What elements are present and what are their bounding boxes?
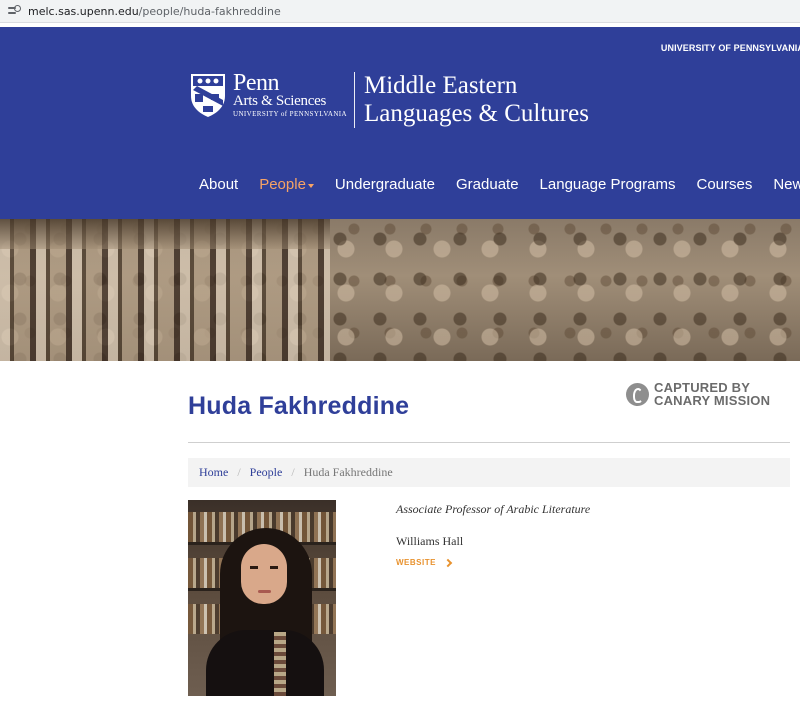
brand-logo[interactable]: Penn Arts & Sciences UNIVERSITY of PENNS… — [189, 70, 589, 128]
nav-about[interactable]: About — [199, 176, 238, 193]
breadcrumb-separator: / — [291, 465, 295, 479]
nav-undergraduate-label: Undergraduate — [334, 176, 435, 193]
nav-courses[interactable]: Courses — [696, 176, 752, 193]
logo-divider — [353, 72, 355, 128]
photo-lips — [258, 590, 271, 593]
canary-icon — [626, 382, 649, 406]
profile-photo — [188, 500, 336, 696]
nav-people[interactable]: People — [259, 176, 314, 193]
hero-banner-image — [0, 219, 800, 361]
profile-title: Associate Professor of Arabic Literature — [396, 502, 591, 516]
chevron-down-icon — [307, 183, 314, 188]
url-path: /people/huda-fakhreddine — [138, 4, 281, 18]
nav-undergraduate[interactable]: Undergraduate — [335, 176, 435, 193]
title-divider — [188, 442, 790, 443]
department-name-line1: Middle Eastern — [363, 72, 518, 99]
chevron-right-icon — [443, 558, 453, 567]
site-settings-icon[interactable] — [8, 5, 21, 17]
logo-university: UNIVERSITY of PENNSYLVANIA — [233, 110, 347, 118]
breadcrumb-people[interactable]: People — [250, 465, 283, 480]
nav-courses-label: Courses — [696, 176, 753, 193]
photo-face — [241, 544, 287, 604]
website-label: WEBSITE — [396, 558, 436, 567]
page-title: Huda Fakhreddine — [188, 392, 410, 420]
nav-news-label: News — [773, 176, 800, 193]
logo-penn: Penn — [233, 70, 279, 96]
site-header: UNIVERSITY OF PENNSYLVANIA Penn Arts & S… — [0, 27, 800, 219]
nav-language-programs[interactable]: Language Programs — [540, 176, 676, 193]
browser-address-bar[interactable]: melc.sas.upenn.edu/people/huda-fakhreddi… — [0, 0, 800, 23]
nav-language-programs-label: Language Programs — [539, 176, 676, 193]
university-link[interactable]: UNIVERSITY OF PENNSYLVANIA — [661, 43, 800, 53]
profile-office: Williams Hall — [396, 534, 464, 548]
url-text[interactable]: melc.sas.upenn.edu/people/huda-fakhreddi… — [28, 5, 281, 18]
breadcrumb-home[interactable]: Home — [199, 465, 228, 480]
profile-details: Associate Professor of Arabic Literature… — [396, 502, 590, 567]
banner-carved-band — [0, 219, 330, 249]
nav-news[interactable]: News — [773, 176, 800, 193]
logo-arts-sciences: Arts & Sciences — [233, 93, 326, 109]
nav-graduate-label: Graduate — [456, 176, 519, 193]
canary-mission-badge: CAPTURED BY CANARY MISSION — [626, 381, 770, 407]
canary-badge-text: CAPTURED BY CANARY MISSION — [654, 381, 770, 407]
department-name-line2: Languages & Cultures — [363, 100, 589, 127]
url-host: melc.sas.upenn.edu — [28, 4, 139, 18]
photo-eyes — [250, 566, 278, 569]
main-nav: About People Undergraduate Graduate Lang… — [199, 176, 800, 193]
arts-sciences-wordmark: Penn Arts & Sciences UNIVERSITY of PENNS… — [233, 70, 347, 119]
badge-line2: CANARY MISSION — [654, 393, 771, 408]
breadcrumb: Home / People / Huda Fakhreddine — [188, 458, 790, 487]
nav-graduate[interactable]: Graduate — [456, 176, 519, 193]
nav-people-label: People — [259, 176, 306, 193]
website-link[interactable]: WEBSITE — [396, 558, 590, 567]
photo-body — [206, 630, 324, 696]
breadcrumb-separator: / — [237, 465, 241, 479]
photo-scarf — [274, 632, 286, 696]
department-name: Middle Eastern Languages & Cultures — [364, 72, 589, 128]
penn-shield-icon — [191, 74, 225, 117]
breadcrumb-current: Huda Fakhreddine — [303, 465, 393, 479]
nav-about-label: About — [199, 176, 239, 193]
